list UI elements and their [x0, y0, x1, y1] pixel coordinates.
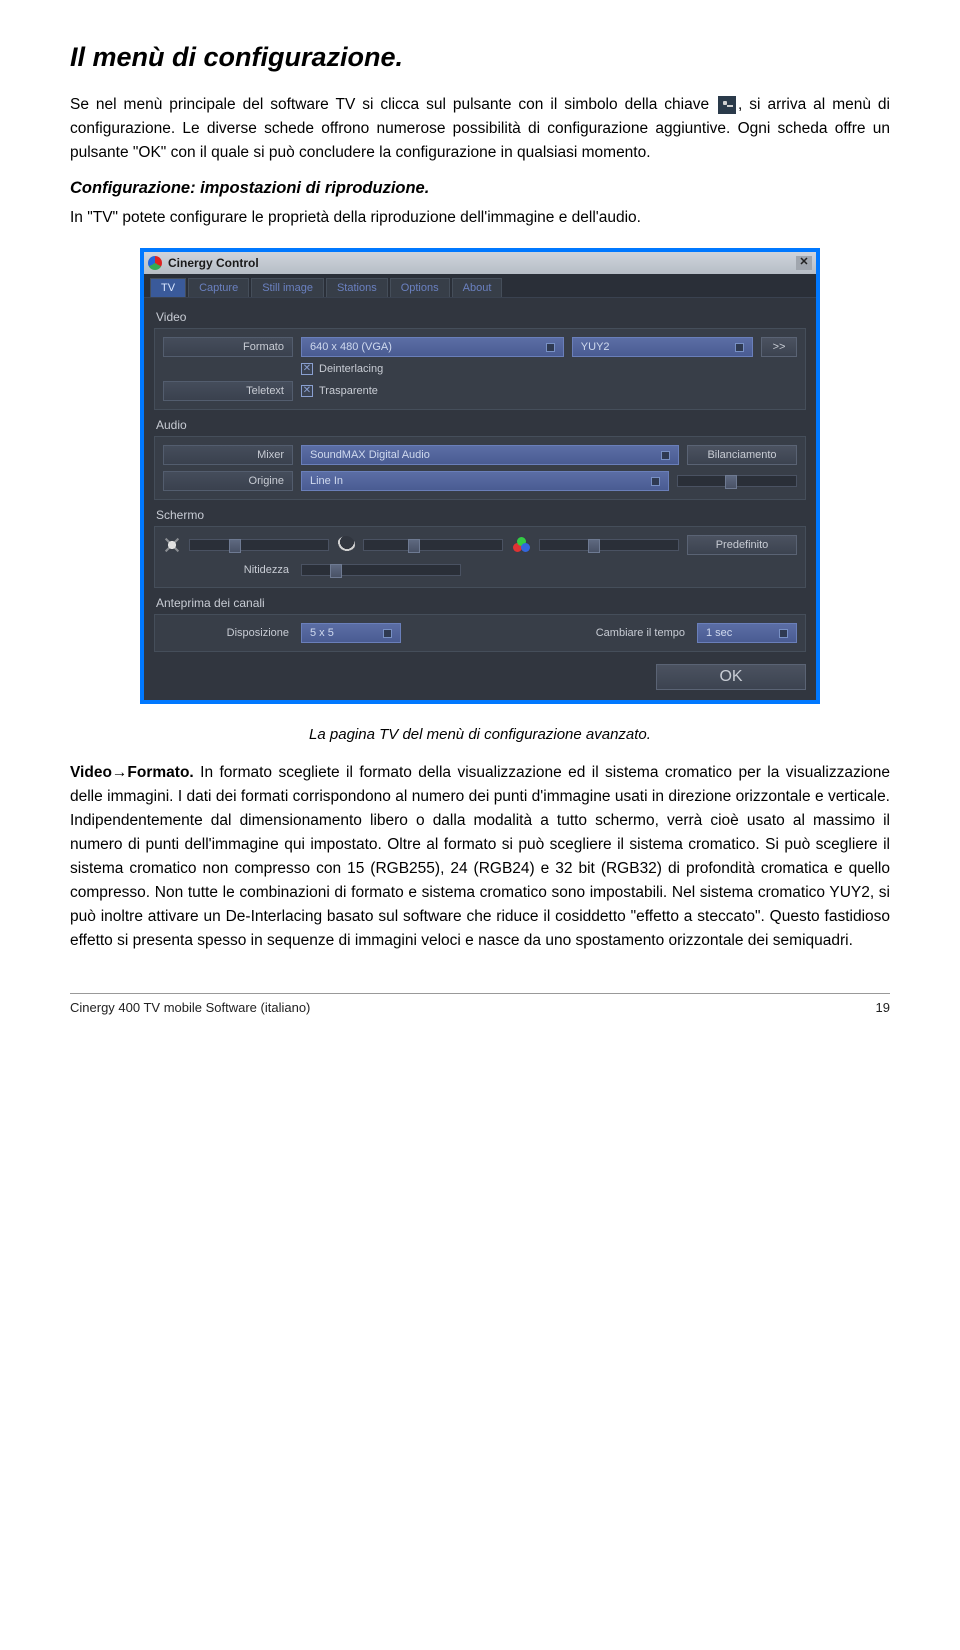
formato-dropdown[interactable]: 640 x 480 (VGA) — [301, 337, 564, 357]
balance-button[interactable]: Bilanciamento — [687, 445, 797, 465]
video-group: Formato 640 x 480 (VGA) YUY2 >> Deinterl… — [154, 328, 806, 410]
tab-strip: TV Capture Still image Stations Options … — [144, 274, 816, 298]
audio-group: Mixer SoundMAX Digital Audio Bilanciamen… — [154, 436, 806, 500]
ok-button[interactable]: OK — [656, 664, 806, 690]
window-title: Cinergy Control — [168, 256, 259, 270]
tab-still-image[interactable]: Still image — [251, 278, 324, 297]
mixer-dropdown[interactable]: SoundMAX Digital Audio — [301, 445, 679, 465]
section-intro: In "TV" potete configurare le proprietà … — [70, 206, 890, 230]
cinergy-control-window: Cinergy Control ✕ TV Capture Still image… — [140, 248, 820, 704]
origine-value: Line In — [310, 475, 343, 487]
disposizione-dropdown[interactable]: 5 x 5 — [301, 623, 401, 643]
more-button[interactable]: >> — [761, 337, 797, 357]
origine-label: Origine — [163, 471, 293, 491]
deinterlacing-label: Deinterlacing — [319, 363, 383, 375]
tab-options[interactable]: Options — [390, 278, 450, 297]
section-subhead: Configurazione: impostazioni di riproduz… — [70, 179, 890, 198]
formato-label: Formato — [163, 337, 293, 357]
schermo-group: Predefinito Nitidezza — [154, 526, 806, 588]
video-section-title: Video — [156, 310, 804, 324]
trasparente-checkbox[interactable]: Trasparente — [301, 385, 378, 397]
body-text: In formato scegliete il formato della vi… — [70, 764, 890, 949]
cambiare-value: 1 sec — [706, 627, 732, 639]
nitidezza-slider[interactable] — [301, 564, 461, 576]
tab-about[interactable]: About — [452, 278, 503, 297]
tab-capture[interactable]: Capture — [188, 278, 249, 297]
checkbox-icon — [301, 363, 313, 375]
close-button[interactable]: ✕ — [796, 256, 812, 270]
teletext-label: Teletext — [163, 381, 293, 401]
chevron-down-icon — [661, 451, 670, 460]
body-paragraph: Video→Formato. In formato scegliete il f… — [70, 761, 890, 953]
brightness-icon — [163, 536, 181, 554]
checkbox-icon — [301, 385, 313, 397]
disposizione-value: 5 x 5 — [310, 627, 334, 639]
nitidezza-label: Nitidezza — [163, 561, 293, 579]
disposizione-label: Disposizione — [163, 624, 293, 642]
anteprima-group: Disposizione 5 x 5 Cambiare il tempo 1 s… — [154, 614, 806, 652]
colorspace-value: YUY2 — [581, 341, 610, 353]
trasparente-label: Trasparente — [319, 385, 378, 397]
schermo-section-title: Schermo — [156, 508, 804, 522]
page-title: Il menù di configurazione. — [70, 42, 890, 73]
page-footer: Cinergy 400 TV mobile Software (italiano… — [70, 993, 890, 1015]
cambiare-label: Cambiare il tempo — [409, 624, 689, 642]
contrast-icon — [337, 536, 355, 554]
tab-tv[interactable]: TV — [150, 278, 186, 297]
colorspace-dropdown[interactable]: YUY2 — [572, 337, 753, 357]
chevron-down-icon — [546, 343, 555, 352]
wrench-icon — [718, 96, 736, 114]
chevron-down-icon — [735, 343, 744, 352]
chevron-down-icon — [651, 477, 660, 486]
mixer-value: SoundMAX Digital Audio — [310, 449, 430, 461]
rgb-icon — [511, 537, 531, 553]
anteprima-section-title: Anteprima dei canali — [156, 596, 804, 610]
origine-dropdown[interactable]: Line In — [301, 471, 669, 491]
intro-text-a: Se nel menù principale del software TV s… — [70, 96, 716, 113]
color-slider[interactable] — [539, 539, 679, 551]
volume-slider[interactable] — [677, 475, 797, 487]
titlebar[interactable]: Cinergy Control ✕ — [144, 252, 816, 274]
tab-stations[interactable]: Stations — [326, 278, 388, 297]
mixer-label: Mixer — [163, 445, 293, 465]
contrast-slider[interactable] — [363, 539, 503, 551]
figure-caption: La pagina TV del menù di configurazione … — [70, 726, 890, 743]
intro-paragraph: Se nel menù principale del software TV s… — [70, 93, 890, 165]
chevron-down-icon — [779, 629, 788, 638]
chevron-down-icon — [383, 629, 392, 638]
footer-page-number: 19 — [876, 1000, 890, 1015]
brightness-slider[interactable] — [189, 539, 329, 551]
deinterlacing-checkbox[interactable]: Deinterlacing — [301, 363, 383, 375]
predefinito-button[interactable]: Predefinito — [687, 535, 797, 555]
audio-section-title: Audio — [156, 418, 804, 432]
footer-left: Cinergy 400 TV mobile Software (italiano… — [70, 1000, 310, 1015]
body-lead: Video→Formato. — [70, 764, 194, 781]
formato-value: 640 x 480 (VGA) — [310, 341, 392, 353]
cambiare-dropdown[interactable]: 1 sec — [697, 623, 797, 643]
app-logo-icon — [148, 256, 162, 270]
